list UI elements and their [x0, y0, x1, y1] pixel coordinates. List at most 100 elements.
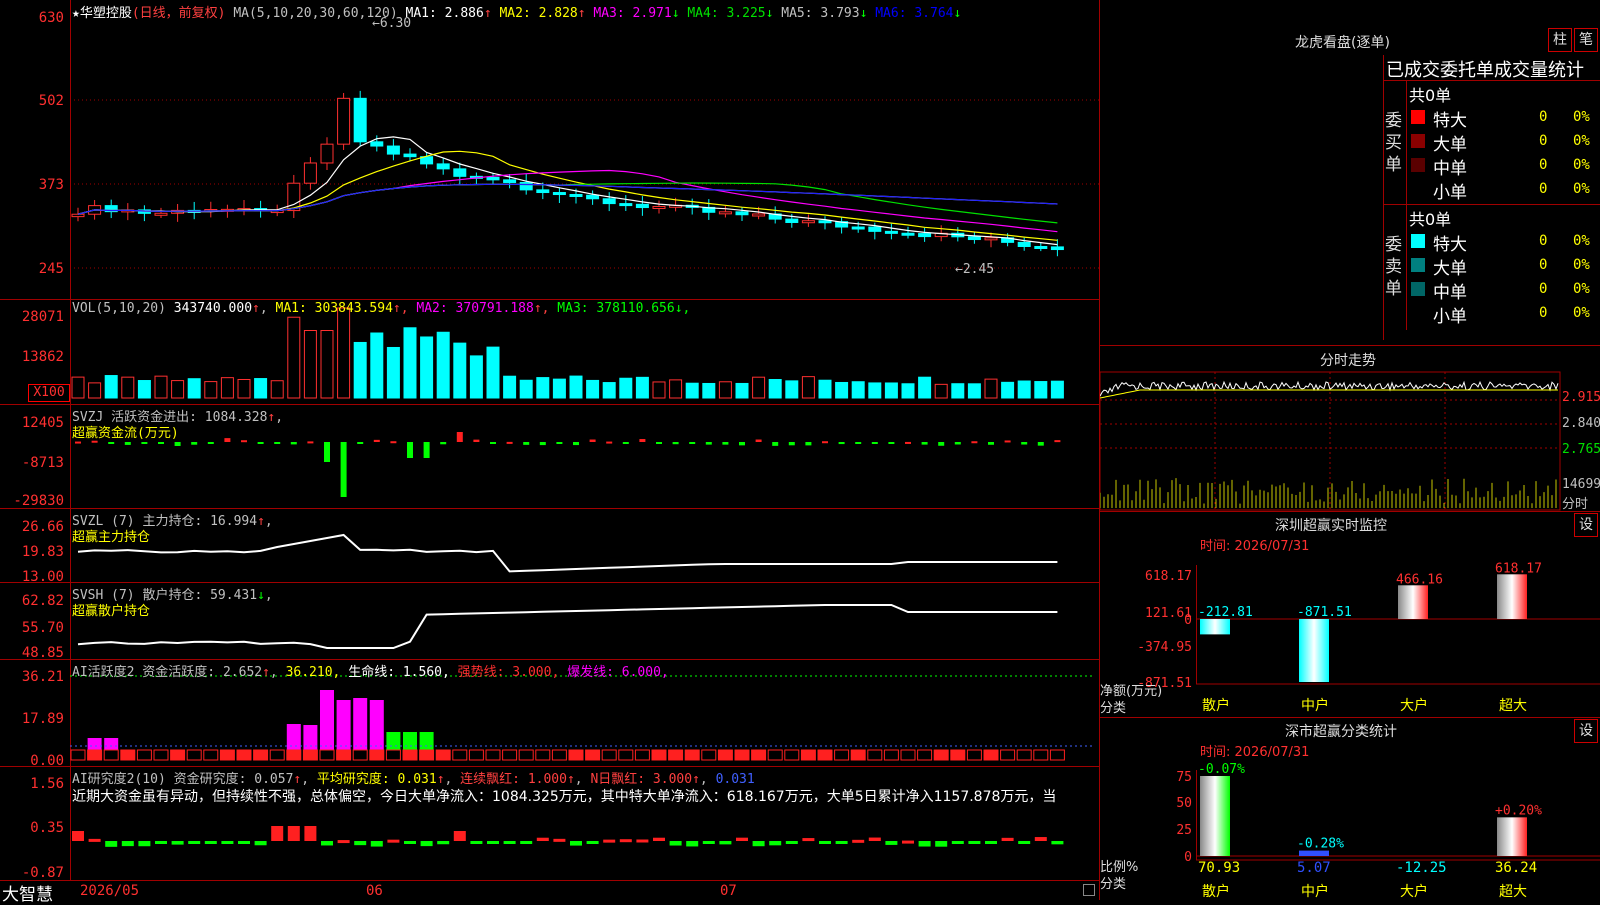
research-bar: [885, 841, 898, 845]
stat-settings-button[interactable]: 设: [1574, 719, 1598, 743]
lock-icon[interactable]: [1083, 884, 1095, 896]
volume-bar: [503, 375, 517, 399]
candle[interactable]: [901, 232, 915, 236]
candle[interactable]: [337, 97, 351, 145]
candle[interactable]: [851, 226, 865, 230]
candle[interactable]: [154, 212, 168, 216]
activity-base: [186, 749, 202, 761]
candle[interactable]: [353, 97, 367, 143]
intraday-price-line: [1099, 380, 1559, 397]
stat-category-2: 大户: [1400, 883, 1428, 900]
candle[interactable]: [984, 237, 998, 241]
volume-bar: [718, 381, 732, 399]
svzj-axis-1: -8713: [22, 455, 64, 471]
candle[interactable]: [71, 213, 85, 218]
activity-base: [684, 749, 700, 761]
fund-flow-bar: [739, 442, 745, 446]
activity-base: [1049, 749, 1065, 761]
activity-base: [269, 749, 285, 761]
stat-title: 深市超赢分类统计: [1285, 724, 1397, 740]
candle[interactable]: [918, 233, 932, 238]
activity-base: [219, 749, 235, 761]
vol-unit-button[interactable]: X100: [28, 384, 70, 402]
candle[interactable]: [403, 153, 417, 158]
buy-orders-block: 委买单 共0单 特大 0 0% 大单 0 0% 中单 0 0% 小单 0 0%: [1383, 80, 1600, 204]
candle[interactable]: [519, 181, 533, 191]
activity-base: [585, 749, 601, 761]
candle[interactable]: [735, 211, 749, 216]
candle[interactable]: [619, 203, 633, 207]
research-bar: [918, 841, 931, 847]
candle[interactable]: [1034, 245, 1048, 249]
candle[interactable]: [552, 192, 566, 196]
vol-ma-2: MA2: 370791.188: [416, 301, 534, 316]
ai-axis-1: 17.89: [22, 711, 64, 727]
research-bar: [304, 826, 317, 841]
stat-value-3: 36.24: [1495, 860, 1537, 876]
date-label-3: 07: [720, 883, 737, 899]
activity-base: [618, 749, 634, 761]
candle[interactable]: [868, 226, 882, 232]
candle[interactable]: [303, 162, 317, 184]
candle[interactable]: [967, 236, 981, 241]
order-type: 大单: [1433, 135, 1467, 155]
candle[interactable]: [486, 176, 500, 181]
fund-flow-bar: [938, 442, 945, 446]
fund-flow-bar: [838, 442, 845, 445]
candle[interactable]: [785, 218, 799, 223]
candle[interactable]: [752, 213, 766, 217]
activity-base: [817, 749, 833, 761]
fund-flow-bar: [722, 442, 729, 445]
order-count: 0: [1539, 305, 1548, 321]
candle[interactable]: [503, 179, 517, 183]
ma-value-3: MA3: 2.971: [593, 6, 672, 21]
candle[interactable]: [569, 193, 583, 197]
stat-time: 时间: 2026/07/31: [1200, 745, 1310, 760]
fund-flow-bar: [788, 442, 795, 446]
order-count: 0: [1539, 257, 1548, 273]
ai2-axis-1: 0.35: [30, 820, 64, 836]
stat-category-3: 超大: [1499, 884, 1527, 900]
order-color-swatch: [1411, 134, 1425, 148]
candle[interactable]: [1017, 241, 1031, 247]
candle[interactable]: [386, 145, 400, 155]
candle[interactable]: [536, 189, 550, 194]
candle[interactable]: [818, 220, 832, 224]
volume-bar: [386, 346, 400, 399]
candle[interactable]: [320, 143, 334, 164]
candle[interactable]: [370, 141, 384, 147]
candle[interactable]: [635, 203, 649, 209]
tick-view-button[interactable]: 笔: [1574, 28, 1598, 52]
candle[interactable]: [602, 198, 616, 205]
candle[interactable]: [801, 220, 815, 224]
research-bar: [852, 839, 865, 843]
candle[interactable]: [1050, 246, 1064, 251]
monitor-settings-button[interactable]: 设: [1574, 513, 1598, 537]
activity-base: [518, 749, 534, 761]
fund-flow-bar: [871, 442, 878, 444]
bar-view-button[interactable]: 柱: [1548, 28, 1572, 52]
fund-flow-bar: [639, 439, 646, 442]
research-bar: [287, 826, 300, 841]
fund-flow-bar: [490, 442, 496, 444]
volume-bar: [121, 376, 135, 399]
brand-logo: 大智慧: [2, 885, 53, 905]
candle[interactable]: [586, 194, 600, 200]
research-bar: [404, 841, 416, 844]
kline-chart-area[interactable]: 630 502 373 245 28071 13862 12405 -8713 -29830 26…: [0, 0, 1100, 905]
candle[interactable]: [652, 206, 666, 210]
ai-axis-0: 36.21: [22, 669, 64, 685]
stat-xlabel: 分类: [1100, 877, 1127, 892]
candle[interactable]: [453, 168, 467, 177]
research-bar: [370, 841, 383, 847]
activity-base: [203, 749, 219, 761]
candle[interactable]: [436, 163, 450, 170]
fund-flow-bar: [1037, 442, 1044, 446]
svzj-sub: 超赢资金流(万元): [72, 426, 179, 441]
research-bar: [72, 831, 84, 841]
svzj-axis-2: -29830: [13, 493, 64, 509]
research-bar: [254, 841, 267, 846]
candle[interactable]: [884, 230, 898, 234]
volume-bar: [287, 316, 301, 399]
candle[interactable]: [718, 211, 732, 215]
